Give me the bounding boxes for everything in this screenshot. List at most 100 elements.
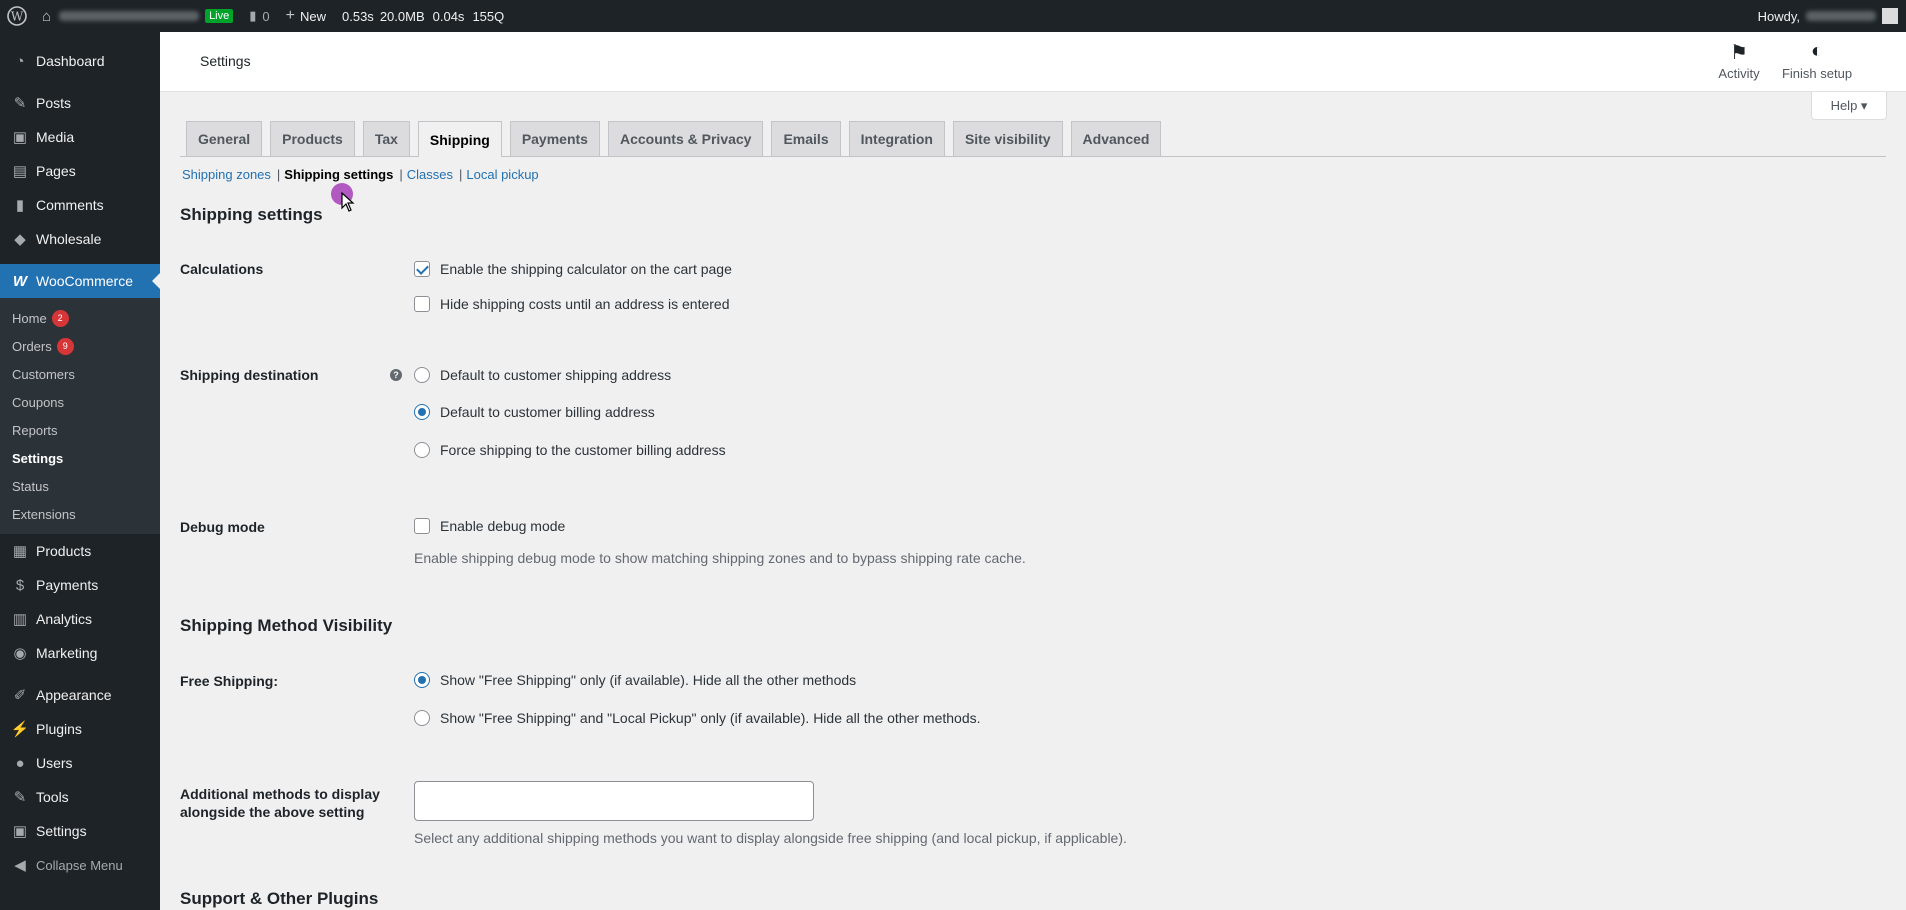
- megaphone-icon: ◉: [13, 645, 27, 662]
- menu-woocommerce[interactable]: W WooCommerce: [0, 264, 160, 298]
- submenu-settings[interactable]: Settings: [0, 444, 160, 472]
- section-title-support: Support & Other Plugins: [180, 889, 379, 908]
- option-default-billing-address[interactable]: Default to customer billing address: [414, 404, 655, 420]
- perf-memory: 20.0MB: [379, 8, 425, 24]
- option-enable-shipping-calculator[interactable]: Enable the shipping calculator on the ca…: [414, 261, 732, 277]
- home-count-badge: 2: [51, 309, 69, 327]
- menu-tools[interactable]: ✎ Tools: [0, 780, 160, 814]
- media-icon: ▣: [12, 129, 28, 146]
- subnav-classes[interactable]: Classes: [407, 167, 453, 182]
- menu-dashboard[interactable]: ◔ Dashboard: [0, 44, 160, 78]
- option-default-shipping-address[interactable]: Default to customer shipping address: [414, 367, 671, 383]
- option-free-shipping-only[interactable]: Show "Free Shipping" only (if available)…: [414, 672, 856, 688]
- menu-payments[interactable]: $ Payments: [0, 568, 160, 602]
- finish-setup-button[interactable]: ◐ Finish setup: [1777, 40, 1857, 81]
- site-name-link[interactable]: ⌂ Live: [34, 0, 241, 32]
- orders-count-badge: 9: [56, 337, 74, 355]
- section-title-method-visibility: Shipping Method Visibility: [180, 616, 393, 635]
- submenu-orders[interactable]: Orders 9: [0, 332, 160, 360]
- tab-site-visibility[interactable]: Site visibility: [952, 121, 1063, 156]
- my-account[interactable]: Howdy,: [1758, 8, 1906, 24]
- dashboard-icon: ◔: [15, 52, 25, 70]
- comments-count: 0: [262, 8, 270, 24]
- submenu-home[interactable]: Home 2: [0, 304, 160, 332]
- checkbox-shipping-calculator[interactable]: [414, 261, 430, 277]
- collapse-menu-button[interactable]: ◀ Collapse Menu: [0, 848, 160, 882]
- menu-plugins[interactable]: ⚡ Plugins: [0, 712, 160, 746]
- label-free-shipping: Free Shipping:: [180, 673, 278, 689]
- menu-posts[interactable]: ✎ Posts: [0, 86, 160, 120]
- perf-db-time: 0.04s: [432, 8, 465, 24]
- shipping-subnav: Shipping zones | Shipping settings | Cla…: [182, 167, 539, 182]
- radio-force-billing-address[interactable]: [414, 442, 430, 458]
- submenu-label: Coupons: [12, 394, 65, 410]
- tab-shipping[interactable]: Shipping: [417, 121, 502, 157]
- menu-pages[interactable]: ▤ Pages: [0, 154, 160, 188]
- submenu-customers[interactable]: Customers: [0, 360, 160, 388]
- menu-wholesale[interactable]: ◆ Wholesale: [0, 222, 160, 256]
- subnav-local-pickup[interactable]: Local pickup: [466, 167, 538, 182]
- submenu-status[interactable]: Status: [0, 472, 160, 500]
- menu-marketing[interactable]: ◉ Marketing: [0, 636, 160, 670]
- option-enable-debug-mode[interactable]: Enable debug mode: [414, 518, 565, 534]
- radio-default-billing-address[interactable]: [414, 404, 430, 420]
- menu-appearance[interactable]: ✐ Appearance: [0, 678, 160, 712]
- option-hide-shipping-costs[interactable]: Hide shipping costs until an address is …: [414, 296, 730, 312]
- new-content-link[interactable]: + New: [278, 0, 334, 32]
- tab-accounts-privacy[interactable]: Accounts & Privacy: [607, 121, 764, 156]
- tab-tax[interactable]: Tax: [362, 121, 410, 156]
- admin-bar: W ⌂ Live ▮ 0 + New 0.53s 20.0MB 0.04s 15…: [0, 0, 1906, 32]
- admin-sidebar: ◔ Dashboard ✎ Posts ▣ Media ▤ Pages ▮ Comment…: [0, 32, 160, 910]
- menu-label: Media: [36, 129, 75, 145]
- submenu-extensions[interactable]: Extensions: [0, 500, 160, 528]
- submenu-coupons[interactable]: Coupons: [0, 388, 160, 416]
- option-label: Enable debug mode: [440, 518, 566, 534]
- checkbox-debug-mode[interactable]: [414, 518, 430, 534]
- help-button[interactable]: Help ▾: [1811, 92, 1887, 120]
- menu-analytics[interactable]: ▥ Analytics: [0, 602, 160, 636]
- username-blurred: [1806, 11, 1876, 21]
- menu-label: Pages: [36, 163, 76, 179]
- subnav-shipping-zones[interactable]: Shipping zones: [182, 167, 271, 182]
- subnav-separator: |: [459, 167, 463, 182]
- submenu-reports[interactable]: Reports: [0, 416, 160, 444]
- woocommerce-header: Settings ⚑ Activity ◐ Finish setup: [160, 32, 1906, 92]
- radio-free-shipping-only[interactable]: [414, 672, 430, 688]
- perf-queries: 155Q: [472, 8, 505, 24]
- activity-button[interactable]: ⚑ Activity: [1699, 40, 1779, 81]
- wordpress-logo-icon[interactable]: W: [0, 0, 34, 32]
- menu-settings[interactable]: ▣ Settings: [0, 814, 160, 848]
- menu-products[interactable]: ▦ Products: [0, 534, 160, 568]
- avatar: [1882, 8, 1898, 24]
- user-icon: ●: [15, 754, 25, 772]
- tab-products[interactable]: Products: [270, 121, 355, 156]
- menu-users[interactable]: ● Users: [0, 746, 160, 780]
- option-label: Enable the shipping calculator on the ca…: [440, 261, 732, 277]
- tab-emails[interactable]: Emails: [771, 121, 841, 156]
- radio-free-shipping-and-local-pickup[interactable]: [414, 710, 430, 726]
- help-tip-icon[interactable]: ?: [390, 369, 402, 381]
- query-monitor-link[interactable]: 0.53s 20.0MB 0.04s 155Q: [334, 0, 512, 32]
- menu-comments[interactable]: ▮ Comments: [0, 188, 160, 222]
- submenu-label: Orders: [12, 338, 52, 354]
- menu-label: Analytics: [36, 611, 93, 627]
- tab-payments[interactable]: Payments: [509, 121, 600, 156]
- tab-general[interactable]: General: [186, 121, 263, 156]
- comments-link[interactable]: ▮ 0: [241, 0, 277, 32]
- tab-advanced[interactable]: Advanced: [1070, 121, 1162, 156]
- tab-integration[interactable]: Integration: [848, 121, 945, 156]
- bar-chart-icon: ▥: [12, 611, 28, 628]
- option-force-billing-address[interactable]: Force shipping to the customer billing a…: [414, 442, 726, 458]
- additional-methods-input[interactable]: [414, 781, 814, 821]
- menu-label: Products: [36, 543, 92, 559]
- half-circle-icon: ◐: [1810, 40, 1824, 62]
- menu-media[interactable]: ▣ Media: [0, 120, 160, 154]
- option-free-shipping-and-local-pickup[interactable]: Show "Free Shipping" and "Local Pickup" …: [414, 710, 981, 726]
- submenu-label: Home: [12, 310, 47, 326]
- option-label: Default to customer billing address: [440, 404, 655, 420]
- checkbox-hide-shipping-costs[interactable]: [414, 296, 430, 312]
- radio-default-shipping-address[interactable]: [414, 367, 430, 383]
- submenu-label: Extensions: [12, 506, 76, 522]
- subnav-shipping-settings[interactable]: Shipping settings: [284, 167, 393, 182]
- collapse-icon: ◀: [14, 857, 26, 874]
